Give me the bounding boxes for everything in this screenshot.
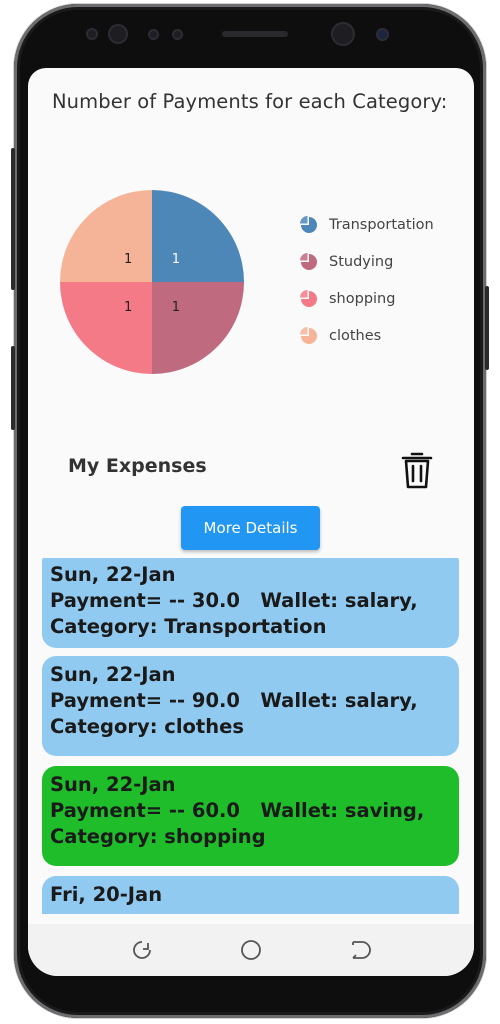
expense-category: Category: shopping — [50, 825, 266, 848]
expense-list[interactable]: Sun, 22-Jan Payment= -- 30.0 Wallet: sala… — [42, 558, 459, 914]
home-icon[interactable] — [239, 938, 263, 962]
side-button-power — [485, 286, 489, 370]
pie-chart: 1 1 1 1 — [60, 190, 244, 374]
legend-label: Transportation — [329, 216, 434, 233]
legend-item: clothes — [300, 317, 434, 354]
pie-slice-value-label: 1 — [124, 300, 132, 315]
legend-label: Studying — [329, 253, 394, 270]
pie-slice-transportation — [152, 190, 244, 282]
side-button-assistant — [11, 346, 15, 430]
expense-date: Sun, 22-Jan — [50, 563, 176, 586]
pie-slice-studying — [152, 282, 244, 374]
app-screen: Number of Payments for each Category: 11… — [28, 68, 474, 976]
expense-date: Sun, 22-Jan — [50, 773, 176, 796]
legend-label: shopping — [329, 290, 396, 307]
sensor-icon — [86, 28, 98, 40]
pie-slice-value-label: 1 — [124, 252, 132, 267]
expense-date: Fri, 20-Jan — [50, 883, 163, 906]
sensor-icon — [108, 24, 128, 44]
earpiece-speaker — [222, 31, 288, 37]
expense-category: Category: Transportation — [50, 615, 327, 638]
expenses-title: My Expenses — [68, 455, 207, 477]
sensor-icon — [148, 29, 159, 40]
back-icon[interactable] — [348, 938, 372, 962]
pie-chart-icon — [300, 252, 318, 271]
trash-icon[interactable] — [400, 450, 434, 490]
pie-slice-clothes — [60, 190, 152, 282]
recent-apps-icon[interactable] — [130, 938, 154, 962]
legend-item: Studying — [300, 243, 434, 280]
pie-chart-icon — [300, 289, 318, 308]
expense-card[interactable]: Fri, 20-Jan — [42, 876, 459, 914]
pie-slice-shopping — [60, 282, 152, 374]
pie-slice-value-label: 1 — [172, 252, 180, 267]
chart-title: Number of Payments for each Category: — [52, 90, 448, 113]
side-button-volume — [11, 148, 15, 290]
pie-chart-icon — [300, 326, 318, 345]
expense-card[interactable]: Sun, 22-Jan Payment= -- 90.0 Wallet: sala… — [42, 656, 459, 756]
more-details-button[interactable]: More Details — [181, 506, 320, 550]
legend-item: Transportation — [300, 206, 434, 243]
system-nav-bar — [28, 924, 474, 976]
sensor-icon — [376, 28, 389, 41]
expense-payment: Payment= -- 90.0 Wallet: salary, — [50, 689, 418, 712]
sensor-icon — [172, 29, 183, 40]
expense-payment: Payment= -- 60.0 Wallet: saving, — [50, 799, 425, 822]
pie-slice-value-label: 1 — [172, 300, 180, 315]
legend-item: shopping — [300, 280, 434, 317]
expense-card[interactable]: Sun, 22-Jan Payment= -- 30.0 Wallet: sala… — [42, 558, 459, 648]
expense-category: Category: clothes — [50, 715, 244, 738]
legend-label: clothes — [329, 327, 382, 344]
pie-chart-icon — [300, 215, 318, 234]
expense-date: Sun, 22-Jan — [50, 663, 176, 686]
front-camera-icon — [331, 22, 355, 46]
chart-legend: Transportation Studying shopping clothes — [300, 206, 434, 354]
expense-payment: Payment= -- 30.0 Wallet: salary, — [50, 589, 418, 612]
expense-card[interactable]: Sun, 22-Jan Payment= -- 60.0 Wallet: savi… — [42, 766, 459, 866]
